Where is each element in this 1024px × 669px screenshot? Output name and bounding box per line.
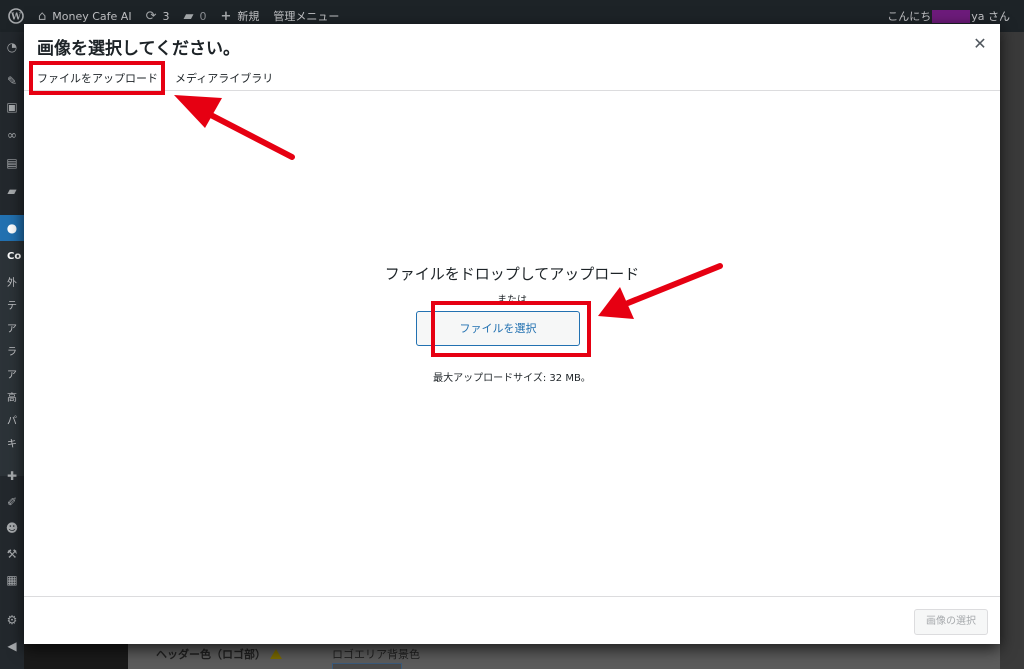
submenu-item[interactable]: ア: [7, 366, 17, 381]
submenu-item[interactable]: パ: [7, 412, 17, 427]
wordpress-logo-icon[interactable]: W: [8, 8, 24, 24]
drop-zone-text: ファイルをドロップしてアップロード: [384, 265, 640, 283]
site-name-link[interactable]: ⌂ Money Cafe AI: [38, 9, 132, 24]
logo-area-bg-label: ロゴエリア背景色: [332, 648, 420, 661]
greeting-suffix: ya さん: [971, 10, 1010, 23]
submenu-item[interactable]: テ: [7, 297, 17, 312]
select-image-button[interactable]: 画像の選択: [914, 609, 988, 635]
appearance-icon: ●: [6, 221, 18, 235]
submenu-item[interactable]: 高: [7, 389, 17, 404]
submenu-item[interactable]: 外: [7, 274, 17, 289]
comments-link[interactable]: ▰ 0: [183, 9, 206, 24]
tools-icon[interactable]: ✐: [5, 495, 19, 509]
warning-icon: [270, 649, 282, 659]
site-name: Money Cafe AI: [52, 9, 132, 23]
submenu-item[interactable]: キ: [7, 435, 17, 450]
admin-sidebar: ◔ ✎ ▣ ∞ ▤ ▰ ● Co 外 テ ア ラ ア 高 パ キ ✚ ✐ ☻ ⚒…: [0, 32, 24, 669]
close-icon[interactable]: ✕: [972, 34, 988, 54]
tab-upload-files[interactable]: ファイルをアップロード: [37, 70, 158, 86]
footer-divider: [24, 596, 1000, 597]
plugins-icon[interactable]: ✚: [5, 469, 19, 483]
submenu-item[interactable]: ラ: [7, 343, 17, 358]
comments-menu-icon[interactable]: ▰: [5, 184, 19, 198]
settings-block-icon[interactable]: ▦: [5, 573, 19, 587]
updates-link[interactable]: ⟳ 3: [146, 9, 170, 24]
link-icon[interactable]: ∞: [5, 128, 19, 142]
submenu-item[interactable]: ア: [7, 320, 17, 335]
pages-icon[interactable]: ▤: [5, 156, 19, 170]
collapse-icon[interactable]: ◀: [5, 639, 19, 653]
or-text: または: [497, 295, 527, 306]
redacted-username: [932, 9, 971, 23]
tabs-divider: [24, 90, 1000, 91]
max-upload-size: 最大アップロードサイズ: 32 MB。: [433, 373, 591, 384]
comments-count: 0: [199, 9, 207, 23]
dimmed-sidebar-bottom: [24, 644, 128, 669]
gear-icon[interactable]: ⚙: [5, 613, 19, 627]
modal-tabs: ファイルをアップロード メディアライブラリ: [24, 66, 1000, 90]
new-content-link[interactable]: + 新規: [220, 8, 259, 24]
tab-media-library[interactable]: メディアライブラリ: [175, 70, 273, 86]
media-modal: 画像を選択してください。 ✕ ファイルをアップロード メディアライブラリ ファイ…: [24, 24, 1000, 644]
greeting-prefix: こんにち: [887, 10, 932, 23]
new-label: 新規: [237, 10, 260, 23]
home-icon: ⌂: [38, 8, 47, 24]
pin-icon[interactable]: ✎: [5, 74, 19, 88]
media-icon[interactable]: ▣: [5, 100, 19, 114]
color-picker-button[interactable]: [332, 663, 402, 669]
header-color-label: ヘッダー色（ロゴ部）: [156, 646, 282, 662]
manage-menu-label: 管理メニュー: [273, 10, 340, 23]
updates-count: 3: [162, 9, 170, 23]
manage-menu-link[interactable]: 管理メニュー: [273, 8, 339, 24]
dimmed-page-bottom: ヘッダー色（ロゴ部） ロゴエリア背景色: [24, 644, 1000, 669]
submenu-section: Co: [7, 251, 22, 262]
plus-icon: +: [220, 8, 232, 24]
comments-icon: ▰: [183, 8, 194, 24]
dimmed-page-right: [1000, 32, 1024, 669]
select-files-button[interactable]: ファイルを選択: [416, 311, 580, 346]
dashboard-icon[interactable]: ◔: [5, 40, 19, 54]
svg-text:W: W: [10, 13, 22, 23]
users-icon[interactable]: ☻: [5, 521, 19, 535]
updates-icon: ⟳: [145, 8, 157, 24]
wrench-icon[interactable]: ⚒: [5, 547, 19, 561]
modal-title: 画像を選択してください。: [37, 39, 240, 59]
